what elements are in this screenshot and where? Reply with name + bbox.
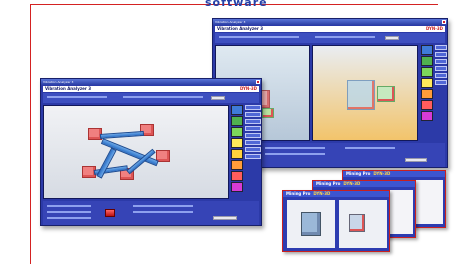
readout-row — [133, 205, 193, 207]
legend-swatch — [231, 127, 243, 137]
heading-text: software — [205, 0, 268, 9]
back-window-header: Vibration Analyzer 3 DYN-3D — [215, 26, 445, 32]
side-button[interactable] — [435, 45, 447, 50]
export-button[interactable] — [405, 158, 427, 162]
scene-cube — [301, 212, 321, 236]
readout-row — [265, 153, 325, 155]
legend-swatch — [231, 116, 243, 126]
side-button[interactable] — [245, 133, 261, 138]
readout-row — [47, 211, 91, 213]
legend-swatch — [231, 171, 243, 181]
front-window-header-title: Vibration Analyzer 3 — [45, 86, 92, 91]
front-color-legend — [231, 105, 243, 192]
back-window-title: Vibration Analyzer 3 — [215, 20, 246, 24]
scene-cube — [377, 86, 395, 102]
side-button[interactable] — [435, 80, 447, 85]
back-window-header-title: Vibration Analyzer 3 — [217, 26, 264, 31]
record-button[interactable] — [105, 209, 115, 217]
front-3d-view[interactable] — [43, 105, 229, 199]
options-button[interactable] — [385, 36, 399, 40]
legend-swatch — [421, 45, 433, 55]
front-window-controls[interactable] — [256, 80, 260, 84]
front-window-title: Vibration Analyzer 3 — [43, 80, 74, 84]
side-button[interactable] — [435, 73, 447, 78]
front-window-version: DYN-3D — [239, 86, 257, 91]
legend-swatch — [231, 105, 243, 115]
thumbnail-title: Mining Pro DYN-3D — [283, 191, 389, 197]
thumbnail-title: Mining Pro DYN-3D — [313, 181, 415, 187]
back-window-version: DYN-3D — [425, 26, 443, 31]
front-window: Vibration Analyzer 3 Vibration Analyzer … — [40, 78, 262, 226]
side-button[interactable] — [245, 140, 261, 145]
slider-track[interactable] — [219, 36, 299, 38]
front-window-controlbar — [43, 93, 259, 103]
legend-swatch — [421, 111, 433, 121]
front-window-header: Vibration Analyzer 3 DYN-3D — [43, 86, 259, 92]
front-side-panel — [245, 105, 261, 159]
side-button[interactable] — [245, 126, 261, 131]
front-window-titlebar[interactable]: Vibration Analyzer 3 — [41, 79, 261, 85]
thumbnail-window[interactable]: Mining Pro DYN-3D — [282, 190, 390, 252]
back-window-titlebar[interactable]: Vibration Analyzer 3 — [213, 19, 447, 25]
side-button[interactable] — [245, 105, 261, 110]
legend-swatch — [421, 100, 433, 110]
legend-swatch — [421, 78, 433, 88]
legend-swatch — [231, 138, 243, 148]
close-icon[interactable] — [442, 20, 446, 24]
scene-cube — [262, 108, 274, 118]
slider-track[interactable] — [123, 96, 203, 98]
side-button[interactable] — [435, 52, 447, 57]
legend-swatch — [421, 56, 433, 66]
options-button[interactable] — [211, 96, 225, 100]
legend-swatch — [421, 89, 433, 99]
slider-track[interactable] — [47, 96, 107, 98]
back-color-legend — [421, 45, 433, 121]
thumbnail-right-pane — [339, 200, 387, 248]
back-window-controls[interactable] — [442, 20, 446, 24]
promo-frame: software Vibration Analyzer 3 Vibration … — [0, 0, 457, 267]
readout-row — [133, 211, 193, 213]
close-icon[interactable] — [256, 80, 260, 84]
front-bottom-panel — [43, 201, 259, 225]
back-right-view[interactable] — [312, 45, 418, 141]
side-button[interactable] — [245, 154, 261, 159]
side-button[interactable] — [435, 59, 447, 64]
back-side-panel — [435, 45, 447, 85]
thumbnail-left-pane — [287, 200, 335, 248]
side-button[interactable] — [245, 112, 261, 117]
legend-swatch — [231, 149, 243, 159]
legend-swatch — [231, 160, 243, 170]
scene-cube — [349, 214, 365, 232]
side-button[interactable] — [435, 66, 447, 71]
readout-row — [47, 205, 91, 207]
side-button[interactable] — [245, 119, 261, 124]
readout-row — [345, 147, 395, 149]
thumbnail-title: Mining Pro DYN-3D — [343, 171, 445, 177]
readout-row — [265, 147, 325, 149]
readout-row — [47, 217, 91, 219]
legend-swatch — [421, 67, 433, 77]
side-button[interactable] — [245, 147, 261, 152]
scene-cube — [347, 80, 375, 110]
legend-swatch — [231, 182, 243, 192]
back-window-controlbar — [215, 33, 445, 43]
slider-track[interactable] — [315, 36, 375, 38]
scene-beam — [96, 147, 117, 179]
export-button[interactable] — [213, 216, 237, 220]
scene-beam — [99, 130, 145, 139]
